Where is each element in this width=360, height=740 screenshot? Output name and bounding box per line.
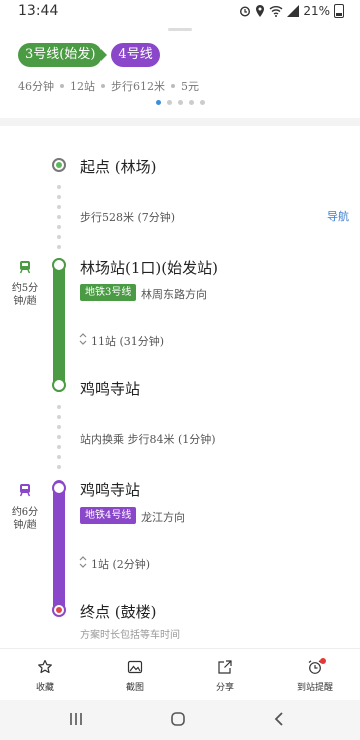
navigate-link[interactable]: 导航 [327,208,349,224]
status-time: 13:44 [18,3,59,19]
page-dot [167,100,172,105]
transfer-text: 站内换乘 步行84米 (1分钟) [80,433,216,446]
favorite-label: 收藏 [35,683,54,693]
expand-stops-icon[interactable] [79,556,87,568]
line-chip-4: 4号线 [111,43,160,67]
location-status-icon [256,5,265,17]
transfer-board-node [52,481,66,495]
system-nav-bar [0,700,360,740]
line-chip-3: 3号线(始发) [18,43,103,67]
page-dot [189,100,194,105]
line4-direction: 龙江方向 [141,511,185,524]
battery-icon [334,4,344,18]
alight-station: 鸡鸣寺站 [80,380,141,398]
alarm-status-icon [240,6,251,17]
subway-icon [19,261,31,274]
summary-stations: 12站 [70,80,95,93]
transfer-dots [57,405,61,475]
end-node [52,603,66,617]
end-note: 方案时长包括等车时间 [80,630,180,641]
arrival-reminder-button[interactable]: 到站提醒 [270,649,360,700]
line3-bar [53,258,65,392]
line4-bar [53,480,65,616]
line4-stops[interactable]: 1站 (2分钟) [91,556,150,572]
frequency-label: 约5分钟/趟 [11,283,39,307]
battery-text: 21% [303,4,330,18]
line-chips: 3号线(始发) 4号线 [18,43,160,67]
walk-text: 步行528米 (7分钟) [80,211,176,224]
page-dot [200,100,205,105]
subway-icon [19,484,31,497]
share-label: 分享 [215,683,234,693]
recent-apps-icon[interactable] [68,712,84,726]
favorite-button[interactable]: 收藏 [0,649,90,700]
summary-duration: 46分钟 [18,80,54,93]
end-label: 终点 (鼓楼) [80,603,157,621]
screenshot-label: 截图 [125,683,144,693]
walk-dots [57,185,61,255]
notification-dot [320,658,326,664]
status-icons: 21% [239,4,344,18]
alight-node [52,378,66,392]
share-icon [218,660,232,674]
separator-dot [171,84,175,88]
start-node [52,158,66,172]
status-bar: 13:44 21% [0,0,360,24]
line4-badge: 地铁4号线 [80,507,137,524]
route-summary: 46分钟 12站 步行612米 5元 [18,78,199,94]
screenshot-button[interactable]: 截图 [90,649,180,700]
summary-walk: 步行612米 [111,80,165,93]
page-dot [178,100,183,105]
line3-direction: 林周东路方向 [141,288,207,301]
section-divider [0,118,360,126]
drag-handle[interactable] [168,28,192,31]
star-icon [38,659,52,674]
separator-dot [101,84,105,88]
back-icon[interactable] [273,711,285,727]
transfer-board-station: 鸡鸣寺站 [80,481,141,499]
start-label: 起点 (林场) [80,158,157,176]
separator-dot [60,84,64,88]
bottom-toolbar: 收藏 截图 分享 到站提醒 [0,648,360,700]
page-indicator [156,100,205,105]
home-icon[interactable] [170,711,186,727]
image-icon [127,660,143,674]
frequency-label: 约6分钟/趟 [11,507,39,531]
chip-arrow-icon [101,49,108,61]
board-node [52,258,66,272]
arrival-reminder-label: 到站提醒 [296,683,333,693]
board-station: 林场站(1口)(始发站) [80,259,218,277]
page-dot [156,100,161,105]
signal-status-icon [287,5,300,17]
expand-stops-icon[interactable] [79,333,87,345]
wifi-status-icon [269,6,283,17]
summary-fare: 5元 [181,80,199,93]
line3-badge: 地铁3号线 [80,284,137,301]
share-button[interactable]: 分享 [180,649,270,700]
line3-stops[interactable]: 11站 (31分钟) [91,333,164,349]
